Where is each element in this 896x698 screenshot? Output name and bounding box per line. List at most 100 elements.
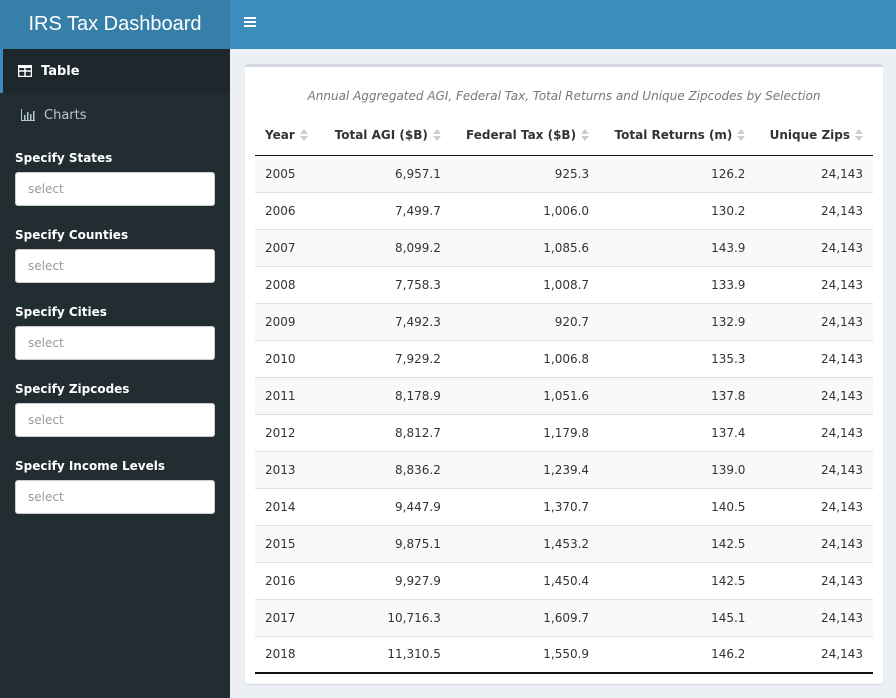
table-cell: 9,875.1 bbox=[320, 524, 451, 562]
table-cell: 24,143 bbox=[755, 155, 873, 192]
income-levels-select[interactable] bbox=[15, 480, 215, 514]
table-cell: 11,310.5 bbox=[320, 635, 451, 674]
zipcodes-select[interactable] bbox=[15, 403, 215, 437]
app-title[interactable]: IRS Tax Dashboard bbox=[0, 0, 230, 49]
table-row: 2017 10,716.3 1,609.7 145.1 24,143 bbox=[255, 598, 873, 636]
table-row: 2015 9,875.1 1,453.2 142.5 24,143 bbox=[255, 524, 873, 562]
filter-label: Specify Zipcodes bbox=[15, 382, 130, 396]
sidebar-item-label: Charts bbox=[44, 107, 87, 123]
table-cell: 9,447.9 bbox=[320, 487, 451, 525]
table-cell: 6,957.1 bbox=[320, 155, 451, 192]
table-cell: 24,143 bbox=[755, 561, 873, 599]
table-cell: 1,179.8 bbox=[450, 413, 600, 451]
table-row: 2011 8,178.9 1,051.6 137.8 24,143 bbox=[255, 376, 873, 414]
table-cell: 8,812.7 bbox=[320, 413, 451, 451]
sidebar: Table Charts Specify States Specify Coun… bbox=[0, 49, 230, 698]
column-header-total-returns[interactable]: Total Returns (m) bbox=[599, 115, 756, 156]
table-cell: 2013 bbox=[255, 450, 321, 488]
column-header-unique-zips[interactable]: Unique Zips bbox=[755, 115, 873, 156]
table-row: 2010 7,929.2 1,006.8 135.3 24,143 bbox=[255, 339, 873, 377]
table-row: 2014 9,447.9 1,370.7 140.5 24,143 bbox=[255, 487, 873, 525]
column-label: Total AGI ($B) bbox=[334, 127, 428, 142]
table-cell: 135.3 bbox=[599, 339, 756, 377]
table-cell: 146.2 bbox=[599, 635, 756, 674]
table-row: 2009 7,492.3 920.7 132.9 24,143 bbox=[255, 302, 873, 340]
table-cell: 1,008.7 bbox=[450, 265, 600, 303]
table-cell: 132.9 bbox=[599, 302, 756, 340]
top-navbar bbox=[230, 0, 896, 49]
filter-label: Specify Counties bbox=[15, 228, 129, 242]
column-header-federal-tax[interactable]: Federal Tax ($B) bbox=[450, 115, 600, 156]
sidebar-item-table[interactable]: Table bbox=[0, 49, 230, 93]
table-cell: 2008 bbox=[255, 265, 321, 303]
filter-income-levels: Specify Income Levels bbox=[0, 459, 230, 514]
table-header-row: Year Total AGI ($B) Federal Tax ($B) Tot… bbox=[255, 115, 873, 156]
table-cell: 145.1 bbox=[599, 598, 756, 636]
table-cell: 2010 bbox=[255, 339, 321, 377]
sort-icon bbox=[737, 129, 746, 142]
counties-select[interactable] bbox=[15, 249, 215, 283]
table-cell: 2017 bbox=[255, 598, 321, 636]
column-label: Unique Zips bbox=[769, 127, 850, 142]
column-label: Federal Tax ($B) bbox=[466, 127, 577, 142]
table-row: 2005 6,957.1 925.3 126.2 24,143 bbox=[255, 155, 873, 192]
table-cell: 7,499.7 bbox=[320, 191, 451, 229]
table-cell: 137.8 bbox=[599, 376, 756, 414]
table-cell: 24,143 bbox=[755, 635, 873, 674]
table-cell: 2015 bbox=[255, 524, 321, 562]
table-row: 2018 11,310.5 1,550.9 146.2 24,143 bbox=[255, 635, 873, 674]
table-icon bbox=[18, 65, 32, 77]
table-cell: 2006 bbox=[255, 191, 321, 229]
table-cell: 1,006.8 bbox=[450, 339, 600, 377]
table-cell: 1,239.4 bbox=[450, 450, 600, 488]
table-row: 2008 7,758.3 1,008.7 133.9 24,143 bbox=[255, 265, 873, 303]
filter-label: Specify Cities bbox=[15, 305, 107, 319]
column-header-year[interactable]: Year bbox=[255, 115, 321, 156]
table-cell: 2012 bbox=[255, 413, 321, 451]
table-cell: 143.9 bbox=[599, 228, 756, 266]
sort-icon bbox=[855, 129, 863, 142]
table-cell: 2016 bbox=[255, 561, 321, 599]
table-cell: 142.5 bbox=[599, 561, 756, 599]
bar-chart-icon bbox=[21, 109, 35, 121]
table-cell: 7,492.3 bbox=[320, 302, 451, 340]
cities-select[interactable] bbox=[15, 326, 215, 360]
table-cell: 24,143 bbox=[755, 339, 873, 377]
table-cell: 1,450.4 bbox=[450, 561, 600, 599]
table-row: 2013 8,836.2 1,239.4 139.0 24,143 bbox=[255, 450, 873, 488]
table-cell: 24,143 bbox=[755, 413, 873, 451]
table-cell: 8,836.2 bbox=[320, 450, 451, 488]
sort-icon bbox=[432, 129, 441, 142]
table-cell: 1,370.7 bbox=[450, 487, 600, 525]
filter-counties: Specify Counties bbox=[0, 228, 230, 283]
table-row: 2012 8,812.7 1,179.8 137.4 24,143 bbox=[255, 413, 873, 451]
table-cell: 24,143 bbox=[755, 191, 873, 229]
sidebar-item-charts[interactable]: Charts bbox=[0, 93, 230, 137]
sort-icon bbox=[299, 129, 308, 142]
filter-label: Specify States bbox=[15, 151, 113, 165]
table-cell: 24,143 bbox=[755, 265, 873, 303]
table-cell: 24,143 bbox=[755, 598, 873, 636]
table-cell: 24,143 bbox=[755, 376, 873, 414]
table-caption: Annual Aggregated AGI, Federal Tax, Tota… bbox=[307, 89, 821, 103]
table-cell: 2011 bbox=[255, 376, 321, 414]
table-cell: 1,453.2 bbox=[450, 524, 600, 562]
table-cell: 2009 bbox=[255, 302, 321, 340]
table-row: 2016 9,927.9 1,450.4 142.5 24,143 bbox=[255, 561, 873, 599]
table-cell: 1,006.0 bbox=[450, 191, 600, 229]
table-cell: 24,143 bbox=[755, 450, 873, 488]
filter-cities: Specify Cities bbox=[0, 305, 230, 360]
table-cell: 7,929.2 bbox=[320, 339, 451, 377]
hamburger-icon[interactable] bbox=[244, 15, 258, 33]
table-cell: 126.2 bbox=[599, 155, 756, 192]
table-cell: 920.7 bbox=[450, 302, 600, 340]
data-table: Year Total AGI ($B) Federal Tax ($B) Tot… bbox=[255, 115, 873, 674]
filter-states: Specify States bbox=[0, 151, 230, 206]
table-cell: 2018 bbox=[255, 635, 321, 674]
table-cell: 142.5 bbox=[599, 524, 756, 562]
table-cell: 1,085.6 bbox=[450, 228, 600, 266]
filter-zipcodes: Specify Zipcodes bbox=[0, 382, 230, 437]
column-header-total-agi[interactable]: Total AGI ($B) bbox=[320, 115, 451, 156]
table-cell: 1,051.6 bbox=[450, 376, 600, 414]
states-select[interactable] bbox=[15, 172, 215, 206]
